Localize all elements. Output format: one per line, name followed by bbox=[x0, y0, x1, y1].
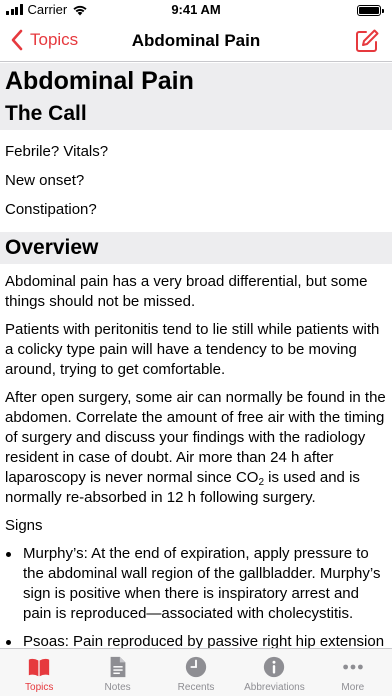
overview-paragraph: Patients with peritonitis tend to lie st… bbox=[5, 321, 380, 378]
call-question: Febrile? Vitals? bbox=[5, 143, 109, 160]
book-icon bbox=[29, 658, 50, 677]
call-question: New onset? bbox=[5, 172, 85, 189]
status-time: 9:41 AM bbox=[171, 2, 221, 17]
signs-list: Murphy’s: At the end of expiration, appl… bbox=[0, 544, 392, 648]
document-icon bbox=[110, 656, 125, 678]
section-heading-overview: Overview bbox=[0, 232, 392, 264]
tab-recents[interactable]: Recents bbox=[157, 649, 235, 696]
surgery-paragraph: After open surgery, some air can normall… bbox=[0, 388, 392, 508]
tab-notes[interactable]: Notes bbox=[78, 649, 156, 696]
info-icon bbox=[264, 656, 285, 678]
overview-paragraph: Abdominal pain has a very broad differen… bbox=[5, 273, 368, 310]
tab-label: Topics bbox=[25, 682, 54, 693]
navigation-bar: Topics Abdominal Pain bbox=[0, 20, 392, 62]
signs-label: Signs bbox=[5, 517, 43, 534]
section-heading-the-call: The Call bbox=[0, 98, 392, 130]
tab-label: Notes bbox=[104, 682, 131, 693]
clock-icon bbox=[185, 656, 207, 678]
tab-topics[interactable]: Topics bbox=[0, 649, 78, 696]
tab-bar: Topics Notes Recents Abbreviations More bbox=[0, 648, 392, 696]
tab-label: Abbreviations bbox=[244, 682, 305, 693]
status-bar: Carrier 9:41 AM bbox=[0, 0, 392, 20]
list-item: Psoas: Pain reproduced by passive right … bbox=[0, 632, 387, 648]
tab-label: More bbox=[341, 682, 365, 693]
battery-icon bbox=[357, 5, 384, 16]
nav-title: Abdominal Pain bbox=[131, 31, 261, 50]
article-title: Abdominal Pain bbox=[0, 63, 392, 98]
call-question: Constipation? bbox=[5, 201, 97, 218]
tab-abbreviations[interactable]: Abbreviations bbox=[235, 649, 313, 696]
tab-more[interactable]: More bbox=[314, 649, 392, 696]
compose-icon[interactable] bbox=[354, 28, 380, 54]
article-content[interactable]: Abdominal Pain The Call Febrile? Vitals?… bbox=[0, 63, 392, 648]
ellipsis-icon bbox=[343, 664, 363, 670]
tab-label: Recents bbox=[177, 682, 215, 693]
list-item: Murphy’s: At the end of expiration, appl… bbox=[0, 544, 387, 624]
